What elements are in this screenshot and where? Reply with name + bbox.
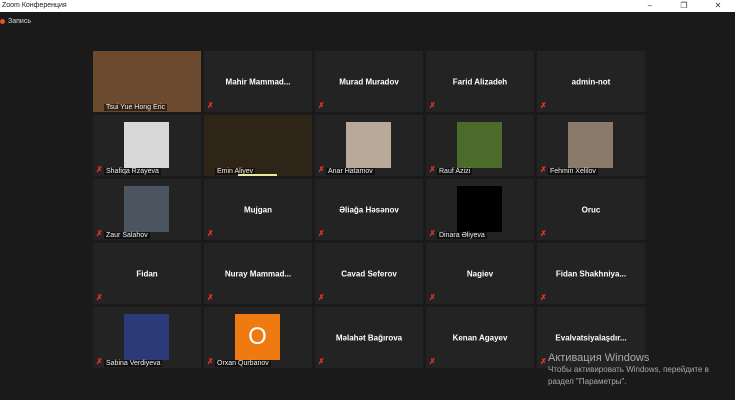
participant-video [124, 314, 169, 360]
participant-tile[interactable]: Məlahət Bağırova ✗ [315, 307, 423, 368]
participant-tile[interactable]: Sabina Verdiyeva✗ [93, 307, 201, 368]
participant-tile[interactable]: Fidan Shakhniya... ✗ [537, 243, 645, 304]
participant-name: admin-not [537, 77, 645, 86]
muted-mic-icon: ✗ [429, 294, 435, 302]
muted-mic-icon: ✗ [207, 294, 213, 302]
participant-video [93, 51, 201, 112]
participant-video [457, 186, 502, 232]
participant-name: Kenan Agayev [426, 333, 534, 342]
window-title: Zoom Конференция [2, 2, 67, 9]
muted-mic-icon: ✗ [318, 358, 324, 366]
muted-mic-icon: ✗ [429, 102, 435, 110]
participant-name: Mujgan [204, 205, 312, 214]
participant-tile[interactable]: Mujgan ✗ [204, 179, 312, 240]
speaking-indicator [238, 174, 277, 176]
participant-name: Oruc [537, 205, 645, 214]
participant-tile[interactable]: Dinara Əliyeva✗ [426, 179, 534, 240]
title-bar: Zoom Конференция – ❐ ✕ [0, 0, 735, 12]
participant-name: Rauf Azizi [437, 168, 472, 175]
watermark-line1: Чтобы активировать Windows, перейдите в [548, 364, 709, 376]
muted-mic-icon: ✗ [207, 102, 213, 110]
participant-name: Zaur Salahov [104, 232, 150, 239]
participant-video [346, 122, 391, 168]
participant-tile[interactable]: Kenan Agayev ✗ [426, 307, 534, 368]
muted-mic-icon: ✗ [429, 166, 435, 174]
participant-name: Shafiqa Rzayeva [104, 168, 161, 175]
participant-name: Əliağa Həsənov [315, 205, 423, 214]
avatar-initial: O [235, 314, 280, 360]
participant-tile[interactable]: Tsui Yue Hong Eric [93, 51, 201, 112]
participant-tile[interactable]: Əliağa Həsənov ✗ [315, 179, 423, 240]
muted-mic-icon: ✗ [207, 230, 213, 238]
participant-name: Orxan Qurbanov [215, 360, 271, 367]
participant-name: Tsui Yue Hong Eric [104, 104, 167, 111]
participant-video [568, 122, 613, 168]
record-icon [0, 19, 5, 24]
muted-mic-icon: ✗ [540, 166, 546, 174]
participant-tile[interactable]: Zaur Salahov✗ [93, 179, 201, 240]
muted-mic-icon: ✗ [96, 358, 102, 366]
participant-video: O [235, 314, 280, 360]
participant-video [124, 122, 169, 168]
muted-mic-icon: ✗ [318, 166, 324, 174]
muted-mic-icon: ✗ [96, 230, 102, 238]
participant-tile[interactable]: Nuray Mammad... ✗ [204, 243, 312, 304]
participant-name: Dinara Əliyeva [437, 232, 487, 239]
muted-mic-icon: ✗ [540, 230, 546, 238]
recording-indicator[interactable]: Запись [0, 18, 31, 25]
muted-mic-icon: ✗ [318, 230, 324, 238]
participant-tile[interactable]: Farid Alizadeh ✗ [426, 51, 534, 112]
participant-name: Murad Muradov [315, 77, 423, 86]
participant-tile[interactable]: Fidan ✗ [93, 243, 201, 304]
windows-activation-watermark: Активация Windows Чтобы активировать Win… [548, 352, 709, 388]
participant-name: Mahir Mammad... [204, 77, 312, 86]
participant-tile[interactable]: admin-not ✗ [537, 51, 645, 112]
participant-tile[interactable]: Cavad Seferov ✗ [315, 243, 423, 304]
participant-tile[interactable]: Nagiev ✗ [426, 243, 534, 304]
participant-name: Nagiev [426, 269, 534, 278]
participant-tile[interactable]: Anar Hatamov✗ [315, 115, 423, 176]
muted-mic-icon: ✗ [96, 294, 102, 302]
participant-name: Fidan [93, 269, 201, 278]
muted-mic-icon: ✗ [540, 358, 546, 366]
participant-tile[interactable]: Fehmin Xelilov✗ [537, 115, 645, 176]
participant-tile[interactable]: Oruc ✗ [537, 179, 645, 240]
minimize-button[interactable]: – [633, 0, 667, 12]
participant-name: Nuray Mammad... [204, 269, 312, 278]
muted-mic-icon: ✗ [540, 102, 546, 110]
participant-name: Sabina Verdiyeva [104, 360, 162, 367]
muted-mic-icon: ✗ [540, 294, 546, 302]
participant-video [124, 186, 169, 232]
restore-button[interactable]: ❐ [667, 0, 701, 12]
participant-tile[interactable]: Emin Aliyev [204, 115, 312, 176]
participant-tile[interactable]: Murad Muradov ✗ [315, 51, 423, 112]
participant-name: Anar Hatamov [326, 168, 375, 175]
participant-name: Cavad Seferov [315, 269, 423, 278]
participant-name: Fehmin Xelilov [548, 168, 598, 175]
participant-name: Evalvatsiyalaşdır... [537, 333, 645, 342]
muted-mic-icon: ✗ [429, 230, 435, 238]
participant-name: Məlahət Bağırova [315, 333, 423, 342]
muted-mic-icon: ✗ [318, 294, 324, 302]
watermark-line2: раздел "Параметры". [548, 376, 709, 388]
participant-tile[interactable]: Mahir Mammad... ✗ [204, 51, 312, 112]
muted-mic-icon: ✗ [429, 358, 435, 366]
watermark-title: Активация Windows [548, 352, 709, 364]
muted-mic-icon: ✗ [207, 358, 213, 366]
close-button[interactable]: ✕ [701, 0, 735, 12]
participant-video [457, 122, 502, 168]
participant-grid: Tsui Yue Hong Eric Mahir Mammad... ✗ Murad … [93, 51, 645, 368]
participant-name: Fidan Shakhniya... [537, 269, 645, 278]
recording-label: Запись [8, 18, 31, 25]
participant-name: Farid Alizadeh [426, 77, 534, 86]
participant-tile[interactable]: OOrxan Qurbanov✗ [204, 307, 312, 368]
muted-mic-icon: ✗ [318, 102, 324, 110]
participant-video [204, 115, 312, 176]
participant-tile[interactable]: Shafiqa Rzayeva✗ [93, 115, 201, 176]
muted-mic-icon: ✗ [96, 166, 102, 174]
participant-tile[interactable]: Rauf Azizi✗ [426, 115, 534, 176]
